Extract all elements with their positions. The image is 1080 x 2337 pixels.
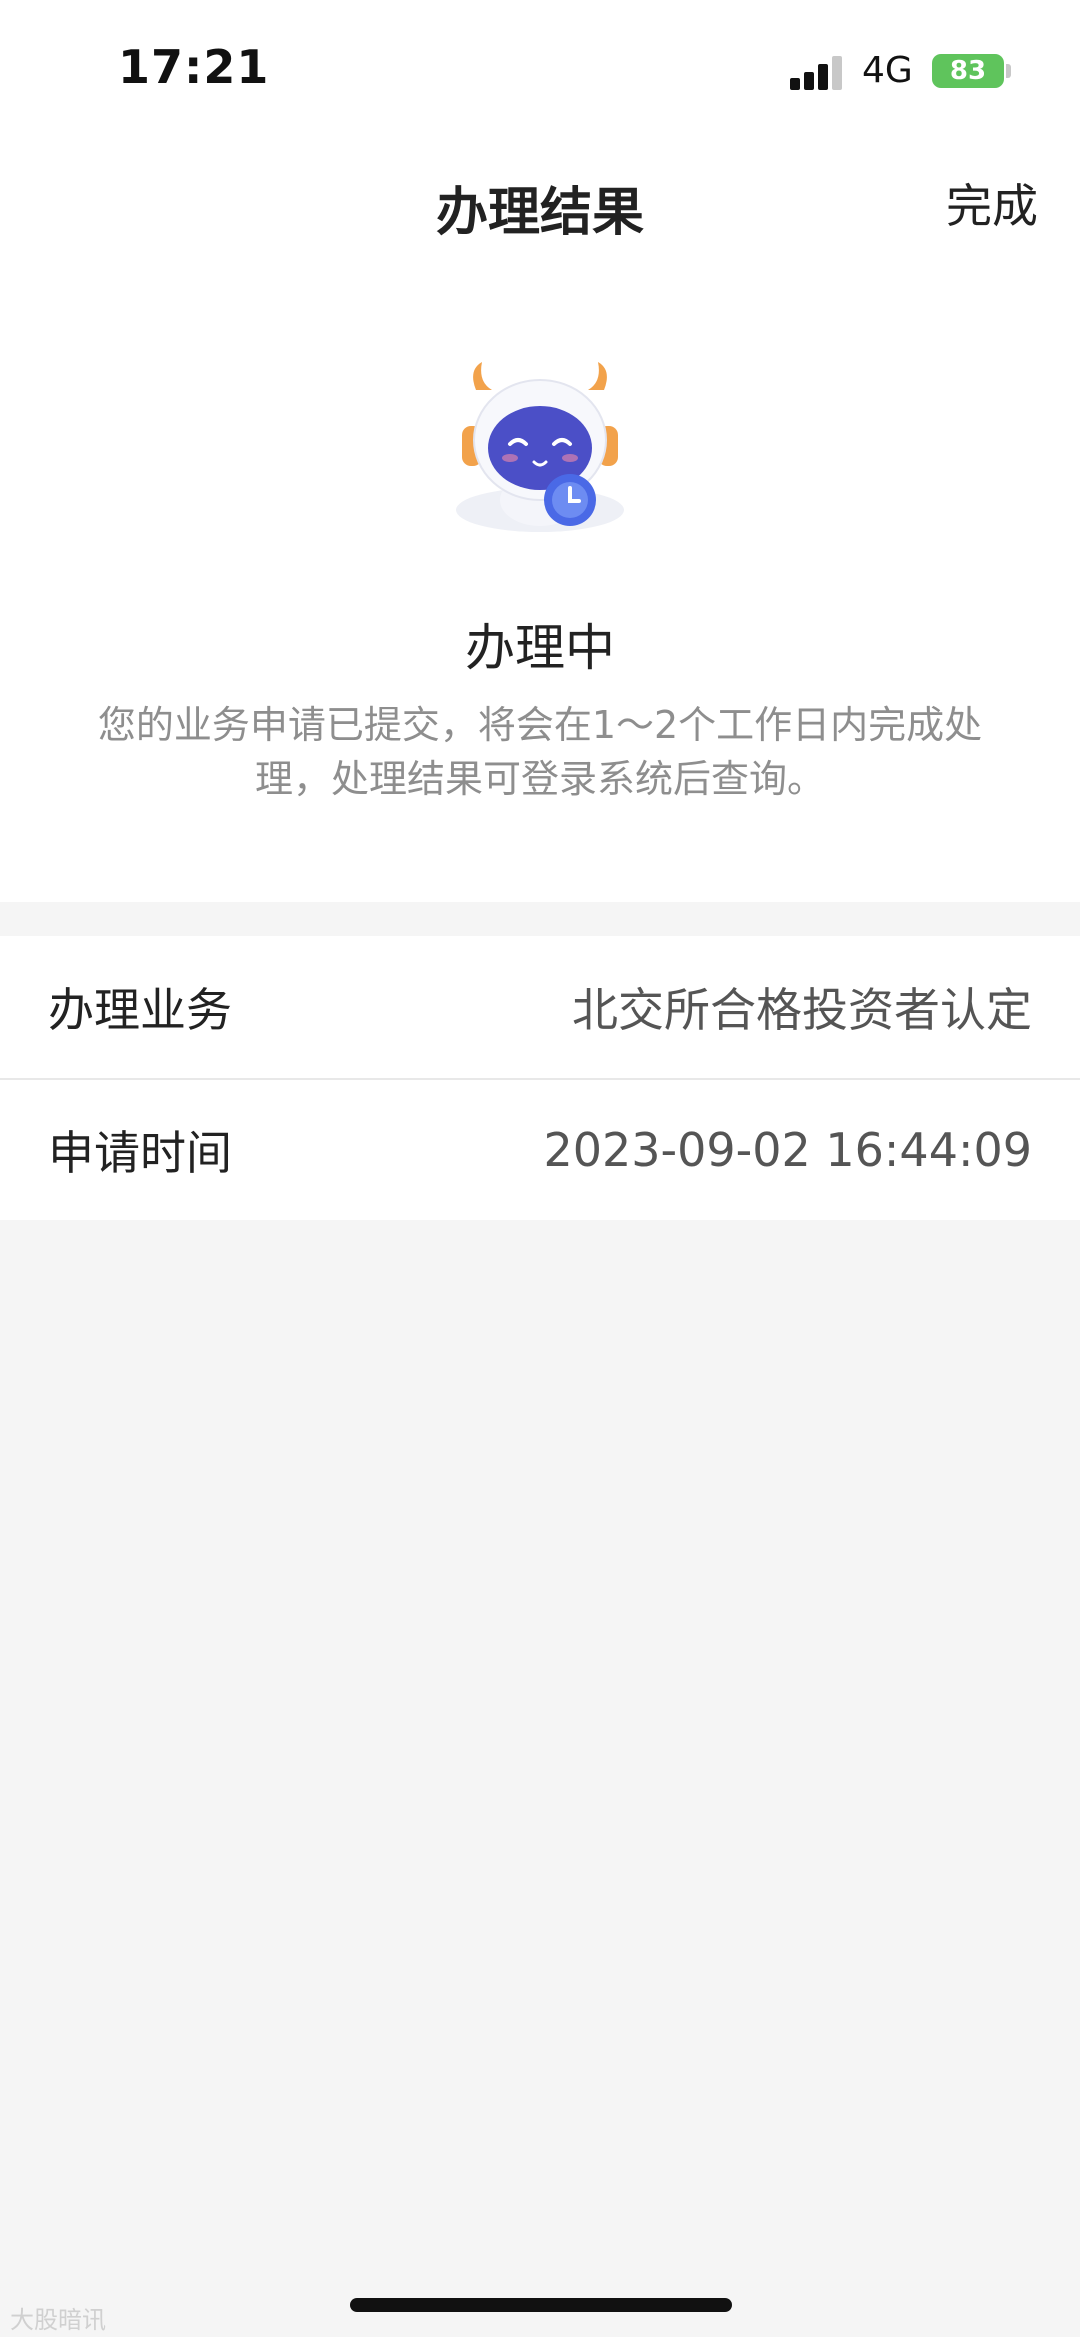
battery-tip-icon bbox=[1006, 64, 1011, 78]
home-indicator[interactable] bbox=[350, 2298, 732, 2312]
info-row-business: 办理业务 北交所合格投资者认定 bbox=[0, 936, 1080, 1078]
info-list: 办理业务 北交所合格投资者认定 申请时间 2023-09-02 16:44:09 bbox=[0, 936, 1080, 1220]
robot-mascot-icon bbox=[448, 360, 632, 540]
info-value: 北交所合格投资者认定 bbox=[572, 983, 1032, 1037]
battery-icon: 83 bbox=[932, 54, 1004, 88]
result-description: 您的业务申请已提交，将会在1～2个工作日内完成处理，处理结果可登录系统后查询。 bbox=[97, 703, 983, 801]
cellular-signal-icon bbox=[790, 54, 846, 90]
result-status-title: 办理中 bbox=[465, 619, 615, 677]
info-value: 2023-09-02 16:44:09 bbox=[543, 1123, 1032, 1177]
info-label: 申请时间 bbox=[48, 1126, 232, 1180]
page-title: 办理结果 bbox=[435, 183, 644, 243]
status-time: 17:21 bbox=[118, 40, 270, 94]
network-type: 4G bbox=[862, 50, 913, 91]
watermark: 大股暗讯 bbox=[10, 2306, 106, 2334]
done-button[interactable]: 完成 bbox=[946, 170, 1038, 236]
info-label: 办理业务 bbox=[48, 983, 232, 1037]
info-row-apply-time: 申请时间 2023-09-02 16:44:09 bbox=[0, 1078, 1080, 1220]
battery-level: 83 bbox=[949, 56, 987, 86]
